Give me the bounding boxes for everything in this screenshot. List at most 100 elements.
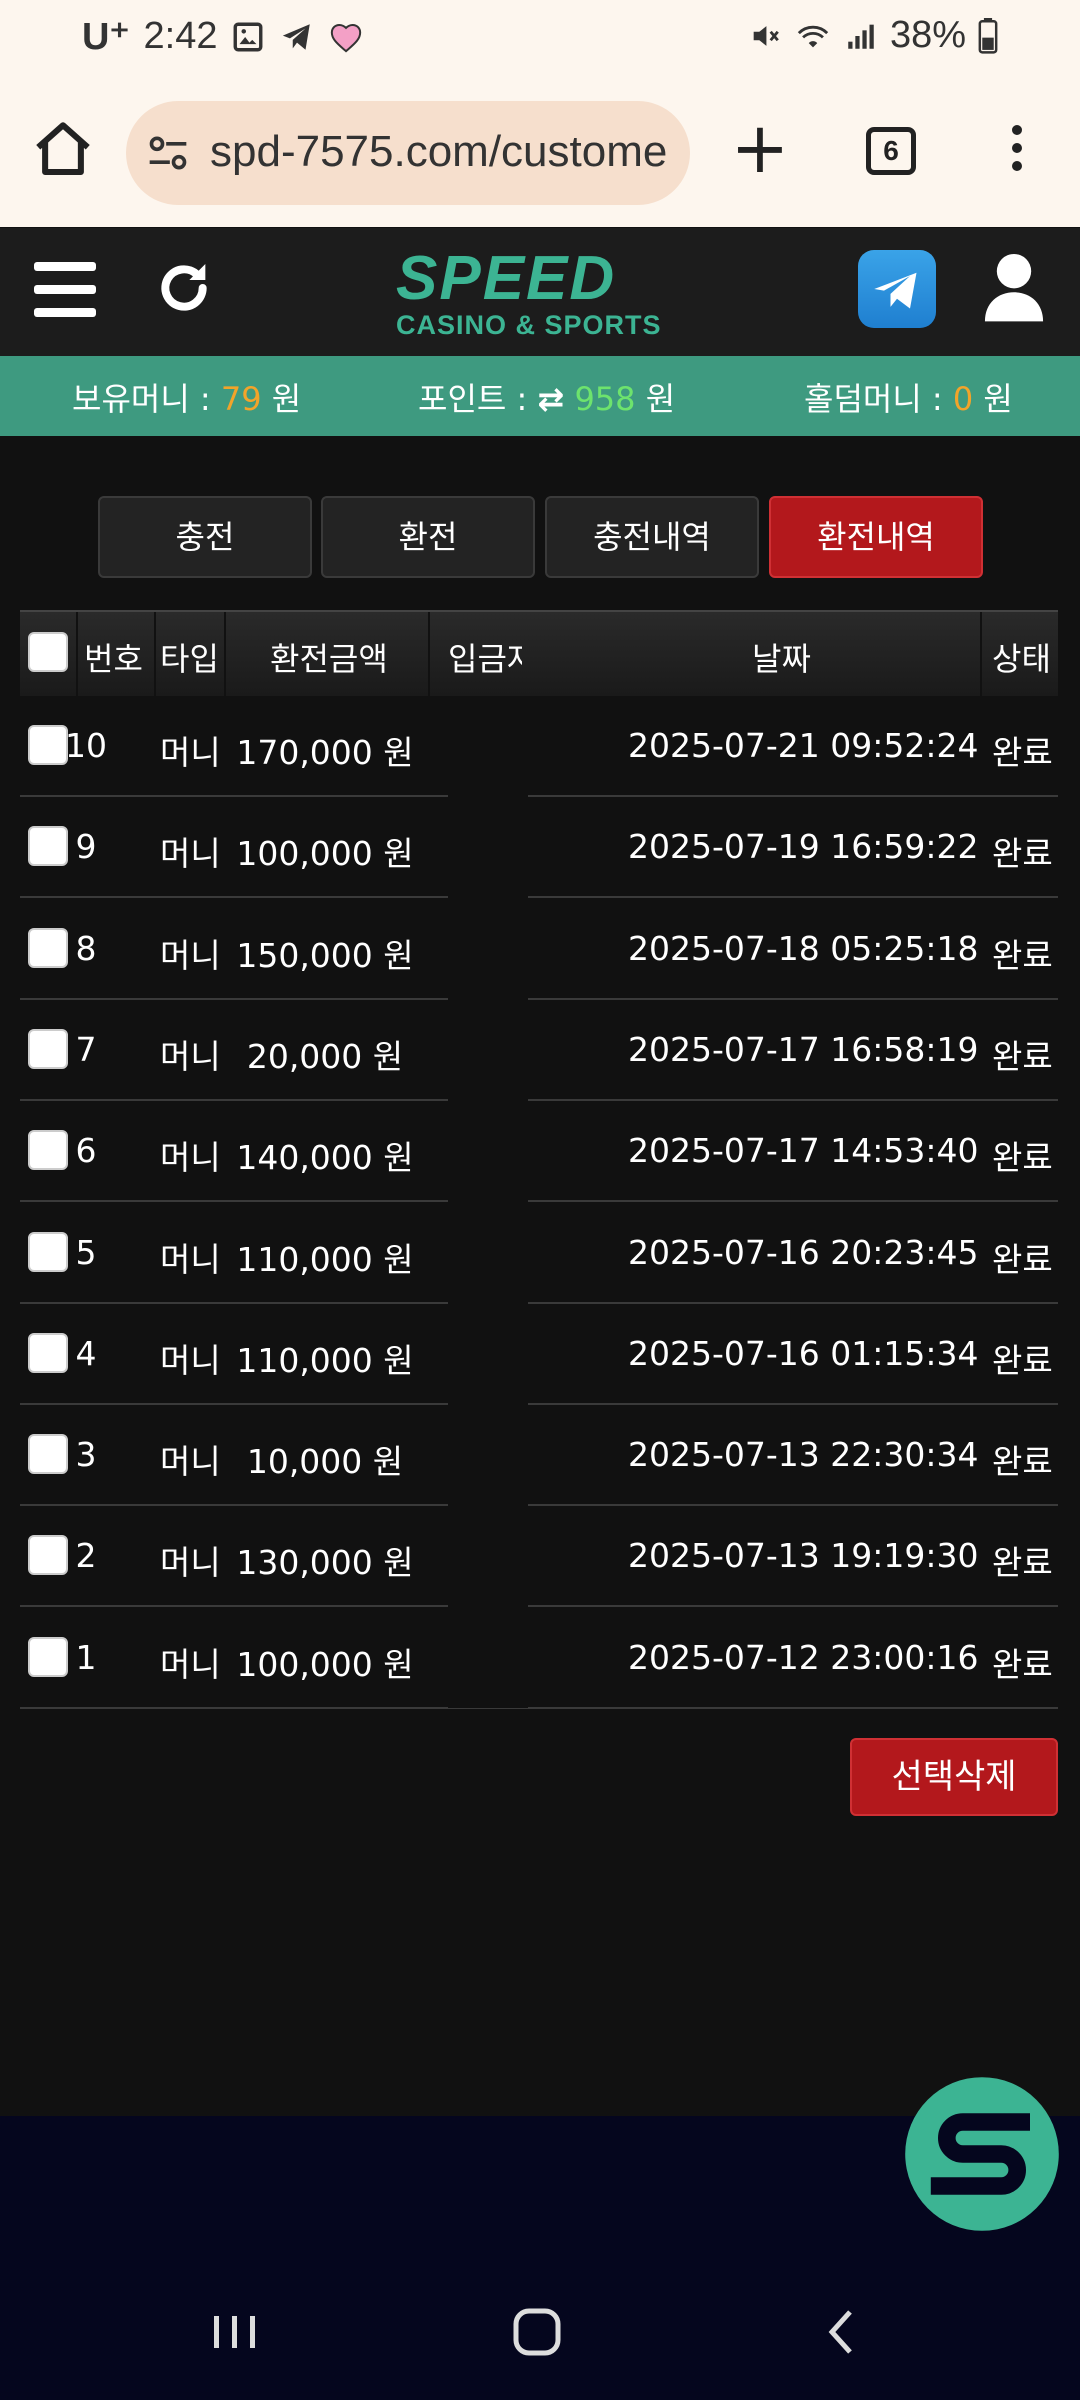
- mute-icon: [753, 25, 779, 46]
- table-row[interactable]: 5 머니 110,000 원 2025-07-16 20:23:45 완료: [20, 1203, 1058, 1304]
- hamburger-menu-icon[interactable]: [34, 262, 96, 318]
- cell-no: 2: [75, 1536, 97, 1576]
- table-header: 번호 타입 환전금액 입금자 날짜 상태: [20, 610, 1058, 698]
- tab-charge-history[interactable]: 충전내역: [545, 496, 759, 578]
- clock: 2:42: [143, 15, 218, 57]
- cell-amount: 10,000 원: [246, 1442, 404, 1482]
- site-header: SPEED CASINO & SPORTS: [0, 228, 1080, 356]
- tab-exchange[interactable]: 환전: [321, 496, 535, 578]
- table-row[interactable]: 9 머니 100,000 원 2025-07-19 16:59:22 완료: [20, 797, 1058, 899]
- cell-type: 머니: [160, 733, 221, 772]
- header-status: 상태: [992, 640, 1051, 678]
- telegram-button[interactable]: [858, 250, 936, 328]
- table-row[interactable]: 8 머니 150,000 원 2025-07-18 05:25:18 완료: [20, 899, 1058, 1000]
- telegram-icon: [874, 272, 917, 309]
- delete-selected-button[interactable]: 선택삭제: [850, 1738, 1058, 1816]
- logo-subtitle: CASINO & SPORTS: [396, 310, 662, 340]
- holdem-value: 0: [952, 380, 974, 418]
- battery-icon: [978, 17, 998, 54]
- cell-date: 2025-07-13 19:19:30: [628, 1536, 979, 1576]
- site-logo[interactable]: SPEED CASINO & SPORTS: [396, 248, 686, 344]
- point-balance[interactable]: 포인트 : ⇄ 958 원: [418, 374, 675, 420]
- cell-type: 머니: [160, 1239, 221, 1279]
- cell-amount: 170,000 원: [236, 733, 414, 772]
- cell-date: 2025-07-12 23:00:16: [628, 1637, 979, 1677]
- cell-type: 머니: [160, 1644, 221, 1684]
- browser-menu-button[interactable]: [1002, 119, 1032, 183]
- tab-exchange-history[interactable]: 환전내역: [769, 496, 983, 578]
- holdem-unit: 원: [973, 380, 1013, 418]
- cell-date: 2025-07-13 22:30:34: [628, 1435, 979, 1475]
- status-bar: U⁺ 2:42 38%: [0, 0, 1080, 75]
- cell-amount: 20,000 원: [246, 1036, 404, 1076]
- table-row[interactable]: 10 머니 170,000 원 2025-07-21 09:52:24 완료: [20, 696, 1058, 797]
- address-bar[interactable]: spd-7575.com/custome: [126, 101, 690, 205]
- recent-apps-button[interactable]: [200, 2302, 270, 2362]
- battery-percent: 38%: [889, 14, 966, 56]
- cell-no: 3: [75, 1435, 97, 1475]
- user-icon[interactable]: [982, 250, 1046, 324]
- cell-no: 9: [75, 827, 97, 867]
- cell-type: 머니: [160, 1543, 221, 1583]
- money-label: 보유머니 :: [72, 380, 221, 418]
- url-text[interactable]: spd-7575.com/custome: [210, 127, 667, 177]
- cell-status: 완료: [992, 1239, 1053, 1279]
- exchange-arrows-icon[interactable]: ⇄: [537, 380, 564, 418]
- telegram-notification-icon: [283, 23, 311, 50]
- cell-status: 완료: [992, 935, 1053, 975]
- tab-switcher-button[interactable]: 6: [866, 127, 916, 175]
- floating-logo-icon[interactable]: [902, 2074, 1062, 2234]
- point-label: 포인트 :: [418, 380, 538, 418]
- table-row[interactable]: 2 머니 130,000 원 2025-07-13 19:19:30 완료: [20, 1506, 1058, 1608]
- cell-type: 머니: [160, 935, 221, 975]
- carrier-label: U⁺: [82, 16, 130, 58]
- holdem-label: 홀덤머니 :: [804, 380, 953, 418]
- header-depositor: 입금자: [448, 640, 522, 678]
- cell-no: 6: [75, 1131, 97, 1171]
- new-tab-button[interactable]: +: [728, 113, 792, 187]
- header-date: 날짜: [752, 640, 811, 678]
- cell-amount: 150,000 원: [236, 935, 414, 975]
- table-row[interactable]: 4 머니 110,000 원 2025-07-16 01:15:34 완료: [20, 1304, 1058, 1405]
- cell-date: 2025-07-16 01:15:34: [628, 1333, 979, 1373]
- cell-no: 10: [65, 726, 107, 765]
- money-balance: 보유머니 : 79 원: [72, 374, 301, 420]
- site-settings-icon[interactable]: [146, 131, 190, 175]
- row-divider: [20, 1706, 1058, 1709]
- cell-type: 머니: [160, 1340, 221, 1380]
- point-unit: 원: [635, 380, 676, 418]
- holdem-balance: 홀덤머니 : 0 원: [804, 374, 1013, 420]
- cell-status: 완료: [992, 1340, 1053, 1380]
- balance-bar: 보유머니 : 79 원 포인트 : ⇄ 958 원 홀덤머니 : 0 원: [0, 356, 1080, 436]
- cell-status: 완료: [992, 834, 1053, 874]
- cell-amount: 110,000 원: [236, 1340, 414, 1380]
- table-row[interactable]: 1 머니 100,000 원 2025-07-12 23:00:16 완료: [20, 1608, 1058, 1709]
- tab-charge[interactable]: 충전: [98, 496, 312, 578]
- cell-amount: 110,000 원: [236, 1239, 414, 1279]
- heart-icon: [331, 23, 362, 52]
- select-all-checkbox[interactable]: [28, 632, 68, 672]
- table-row[interactable]: 7 머니 20,000 원 2025-07-17 16:58:19 완료: [20, 1000, 1058, 1101]
- back-nav-button[interactable]: [806, 2302, 876, 2362]
- cell-date: 2025-07-19 16:59:22: [628, 827, 979, 867]
- table-row[interactable]: 6 머니 140,000 원 2025-07-17 14:53:40 완료: [20, 1101, 1058, 1203]
- cell-date: 2025-07-17 16:58:19: [628, 1029, 979, 1069]
- cell-type: 머니: [160, 1138, 221, 1178]
- cell-status: 완료: [992, 1036, 1053, 1076]
- wifi-icon: [797, 25, 829, 47]
- home-icon[interactable]: [30, 117, 96, 183]
- table-row[interactable]: 3 머니 10,000 원 2025-07-13 22:30:34 완료: [20, 1405, 1058, 1507]
- cell-amount: 130,000 원: [236, 1543, 414, 1583]
- cell-no: 7: [75, 1029, 97, 1069]
- header-amount: 환전금액: [270, 640, 388, 678]
- refresh-icon[interactable]: [152, 256, 216, 320]
- cell-status: 완료: [992, 733, 1053, 772]
- redacted-depositor-column: [448, 698, 528, 1708]
- cell-amount: 140,000 원: [236, 1138, 414, 1178]
- cell-no: 5: [75, 1232, 97, 1272]
- image-icon: [234, 22, 263, 51]
- cell-status: 완료: [992, 1138, 1053, 1178]
- cell-no: 8: [75, 928, 97, 968]
- home-nav-button[interactable]: [502, 2302, 572, 2362]
- header-no: 번호: [84, 640, 143, 678]
